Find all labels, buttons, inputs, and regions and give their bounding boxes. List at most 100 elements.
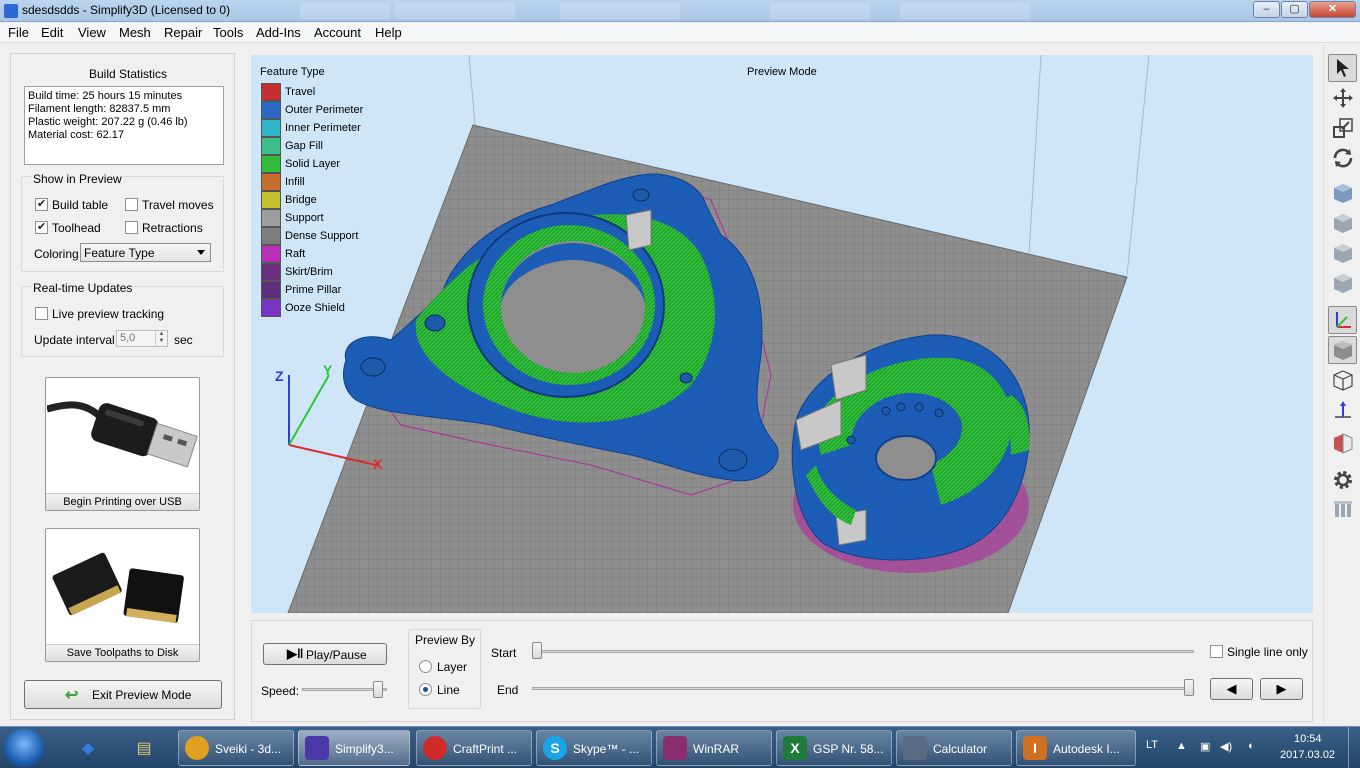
raft-swatch — [261, 245, 281, 263]
language-indicator[interactable]: LT — [1146, 739, 1158, 751]
taskbar-item-craftprint[interactable]: CraftPrint ... — [416, 730, 532, 766]
settings-icon[interactable] — [1328, 466, 1357, 494]
menu-view[interactable]: View — [78, 25, 106, 40]
next-step-button[interactable]: ▶ — [1260, 678, 1303, 700]
exit-preview-mode-button[interactable]: ↩ Exit Preview Mode — [24, 680, 222, 709]
view-iso-icon[interactable] — [1328, 179, 1357, 207]
volume-icon[interactable]: ◀) — [1220, 740, 1232, 753]
move-icon[interactable] — [1328, 84, 1357, 112]
taskbar-item-simplify3d[interactable]: Simplify3... — [298, 730, 410, 766]
start-button[interactable] — [4, 729, 44, 767]
view-side-icon[interactable] — [1328, 239, 1357, 267]
taskbar-item-autodesk[interactable]: I Autodesk I... — [1016, 730, 1136, 766]
clock-date[interactable]: 2017.03.02 — [1280, 749, 1335, 761]
dropbox-icon[interactable]: ◆ — [72, 733, 104, 763]
outer-perimeter-swatch — [261, 101, 281, 119]
play-pause-label: Play/Pause — [306, 648, 367, 662]
spin-arrows-icon[interactable]: ▲ ▼ — [155, 331, 167, 346]
rotate-icon[interactable] — [1328, 144, 1357, 172]
begin-printing-usb-button[interactable]: Begin Printing over USB — [45, 377, 200, 511]
line-radio[interactable] — [419, 683, 432, 696]
left-panel: Build Statistics Build time: 25 hours 15… — [10, 53, 235, 720]
notification-icon[interactable]: ◐ — [1248, 740, 1255, 752]
axes-icon[interactable] — [1328, 306, 1357, 334]
taskbar-item-chrome[interactable]: Sveiki - 3d... — [178, 730, 294, 766]
end-slider-thumb[interactable] — [1184, 679, 1194, 696]
travel-moves-label: Travel moves — [142, 198, 214, 212]
menu-account[interactable]: Account — [314, 25, 361, 40]
coloring-dropdown[interactable]: Feature Type — [80, 243, 211, 262]
preview-mode-title: Preview Mode — [747, 66, 817, 78]
taskbar-item-skype[interactable]: S Skype™ - ... — [536, 730, 652, 766]
taskbar-item-label: Sveiki - 3d... — [215, 742, 282, 756]
file-explorer-icon[interactable]: ▤ — [128, 733, 160, 763]
legend-label: Raft — [285, 248, 306, 260]
network-icon[interactable]: ▣ — [1200, 740, 1210, 753]
travel-swatch — [261, 83, 281, 101]
begin-printing-usb-label: Begin Printing over USB — [46, 493, 199, 510]
view-front-icon[interactable] — [1328, 209, 1357, 237]
live-preview-tracking-label: Live preview tracking — [52, 307, 165, 321]
gap-fill-swatch — [261, 137, 281, 155]
show-desktop-button[interactable] — [1348, 727, 1360, 768]
taskbar-item-excel[interactable]: X GSP Nr. 58... — [776, 730, 892, 766]
legend-label: Ooze Shield — [285, 302, 345, 314]
toolhead-checkbox[interactable] — [35, 220, 48, 234]
taskbar-item-winrar[interactable]: WinRAR — [656, 730, 772, 766]
menu-mesh[interactable]: Mesh — [119, 25, 151, 40]
taskbar-item-label: Simplify3... — [335, 742, 394, 756]
background-window-tab — [770, 3, 870, 19]
build-table-checkbox[interactable] — [35, 197, 48, 211]
windows-taskbar: ◆ ▤ Sveiki - 3d... Simplify3... CraftPri… — [0, 726, 1360, 768]
update-interval-spinbox[interactable]: 5,0 ▲ ▼ — [116, 330, 168, 347]
build-table-label: Build table — [52, 198, 109, 212]
layer-radio[interactable] — [419, 660, 432, 673]
chevron-down-icon — [197, 250, 205, 255]
travel-moves-checkbox[interactable] — [125, 198, 138, 211]
start-slider-track[interactable] — [532, 650, 1194, 653]
maximize-button[interactable]: ▢ — [1281, 1, 1308, 18]
feature-type-legend-title: Feature Type — [260, 66, 325, 78]
start-label: Start — [491, 646, 517, 660]
menu-add-ins[interactable]: Add-Ins — [256, 25, 301, 40]
taskbar-item-calculator[interactable]: Calculator — [896, 730, 1012, 766]
supports-icon[interactable] — [1328, 496, 1357, 524]
menu-help[interactable]: Help — [375, 25, 402, 40]
clock-time[interactable]: 10:54 — [1294, 733, 1322, 745]
retractions-checkbox[interactable] — [125, 221, 138, 234]
end-slider-track[interactable] — [532, 687, 1194, 690]
cross-section-icon[interactable] — [1328, 429, 1357, 457]
speed-slider-thumb[interactable] — [373, 681, 384, 698]
scale-icon[interactable] — [1328, 114, 1357, 142]
build-time-text: Build time: 25 hours 15 minutes — [28, 90, 183, 102]
update-interval-unit: sec — [174, 333, 193, 347]
legend-label: Infill — [285, 176, 305, 188]
wireframe-icon[interactable] — [1328, 366, 1357, 394]
normals-icon[interactable] — [1328, 396, 1357, 424]
menu-file[interactable]: File — [8, 25, 29, 40]
previous-step-button[interactable]: ◀ — [1210, 678, 1253, 700]
play-pause-button[interactable]: ▶‖ Play/Pause — [263, 643, 387, 665]
toolhead-label: Toolhead — [52, 221, 101, 235]
update-interval-label: Update interval — [34, 333, 115, 347]
build-statistics-box: Build time: 25 hours 15 minutes Filament… — [24, 86, 224, 165]
close-button[interactable]: ✕ — [1309, 1, 1356, 18]
menu-tools[interactable]: Tools — [213, 25, 243, 40]
start-slider-thumb[interactable] — [532, 642, 542, 659]
skype-icon: S — [543, 736, 567, 760]
menu-edit[interactable]: Edit — [41, 25, 63, 40]
save-toolpaths-disk-button[interactable]: Save Toolpaths to Disk — [45, 528, 200, 662]
3d-preview-viewport[interactable]: Z Y X Feature Type Preview Mode Travel O… — [251, 55, 1313, 613]
minimize-button[interactable]: – — [1253, 1, 1280, 18]
show-hidden-icons-icon[interactable]: ▲ — [1176, 740, 1187, 752]
live-preview-tracking-checkbox[interactable] — [35, 307, 48, 320]
select-icon[interactable] — [1328, 54, 1357, 82]
background-window-tab — [300, 3, 390, 19]
menu-repair[interactable]: Repair — [164, 25, 202, 40]
show-in-preview-title: Show in Preview — [31, 172, 124, 186]
view-top-icon[interactable] — [1328, 269, 1357, 297]
single-line-only-checkbox[interactable] — [1210, 645, 1223, 658]
excel-icon: X — [783, 736, 807, 760]
solid-view-icon[interactable] — [1328, 336, 1357, 364]
x-axis-label: X — [373, 456, 383, 472]
